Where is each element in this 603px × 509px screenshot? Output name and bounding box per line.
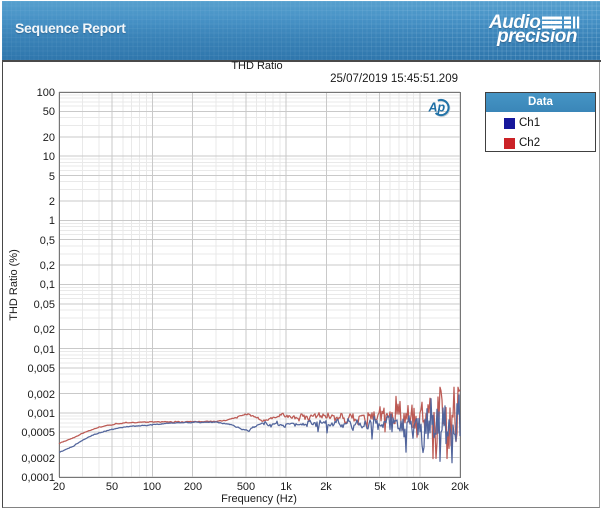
svg-text:1k: 1k: [280, 481, 292, 493]
svg-text:0,0001: 0,0001: [21, 472, 55, 484]
svg-text:10k: 10k: [411, 481, 429, 493]
svg-text:200: 200: [184, 481, 202, 493]
svg-text:5k: 5k: [374, 481, 386, 493]
svg-text:25/07/2019 15:45:51.209: 25/07/2019 15:45:51.209: [330, 73, 458, 85]
svg-text:10: 10: [43, 151, 55, 163]
svg-text:0,02: 0,02: [34, 324, 55, 336]
svg-text:0,005: 0,005: [27, 363, 55, 375]
svg-text:100: 100: [143, 481, 161, 493]
svg-text:Ap: Ap: [428, 101, 446, 115]
svg-text:0,05: 0,05: [34, 299, 55, 311]
svg-text:THD Ratio: THD Ratio: [231, 60, 282, 72]
svg-text:0,1: 0,1: [40, 279, 55, 291]
svg-text:2: 2: [49, 196, 55, 208]
svg-text:0,002: 0,002: [27, 389, 55, 401]
svg-text:0,2: 0,2: [40, 260, 55, 272]
svg-text:THD Ratio (%): THD Ratio (%): [8, 249, 20, 321]
svg-text:50: 50: [43, 106, 55, 118]
svg-text:100: 100: [37, 87, 55, 99]
svg-text:2k: 2k: [320, 481, 332, 493]
svg-text:500: 500: [237, 481, 255, 493]
svg-text:20: 20: [43, 132, 55, 144]
svg-text:5: 5: [49, 171, 55, 183]
svg-text:0,001: 0,001: [27, 408, 55, 420]
svg-text:20k: 20k: [451, 481, 469, 493]
svg-text:Frequency (Hz): Frequency (Hz): [221, 493, 297, 505]
svg-text:0,0005: 0,0005: [21, 427, 55, 439]
svg-text:0,5: 0,5: [40, 235, 55, 247]
svg-text:1: 1: [49, 215, 55, 227]
svg-text:0,0002: 0,0002: [21, 453, 55, 465]
svg-text:50: 50: [106, 481, 118, 493]
svg-text:20: 20: [53, 481, 65, 493]
svg-text:0,01: 0,01: [34, 344, 55, 356]
